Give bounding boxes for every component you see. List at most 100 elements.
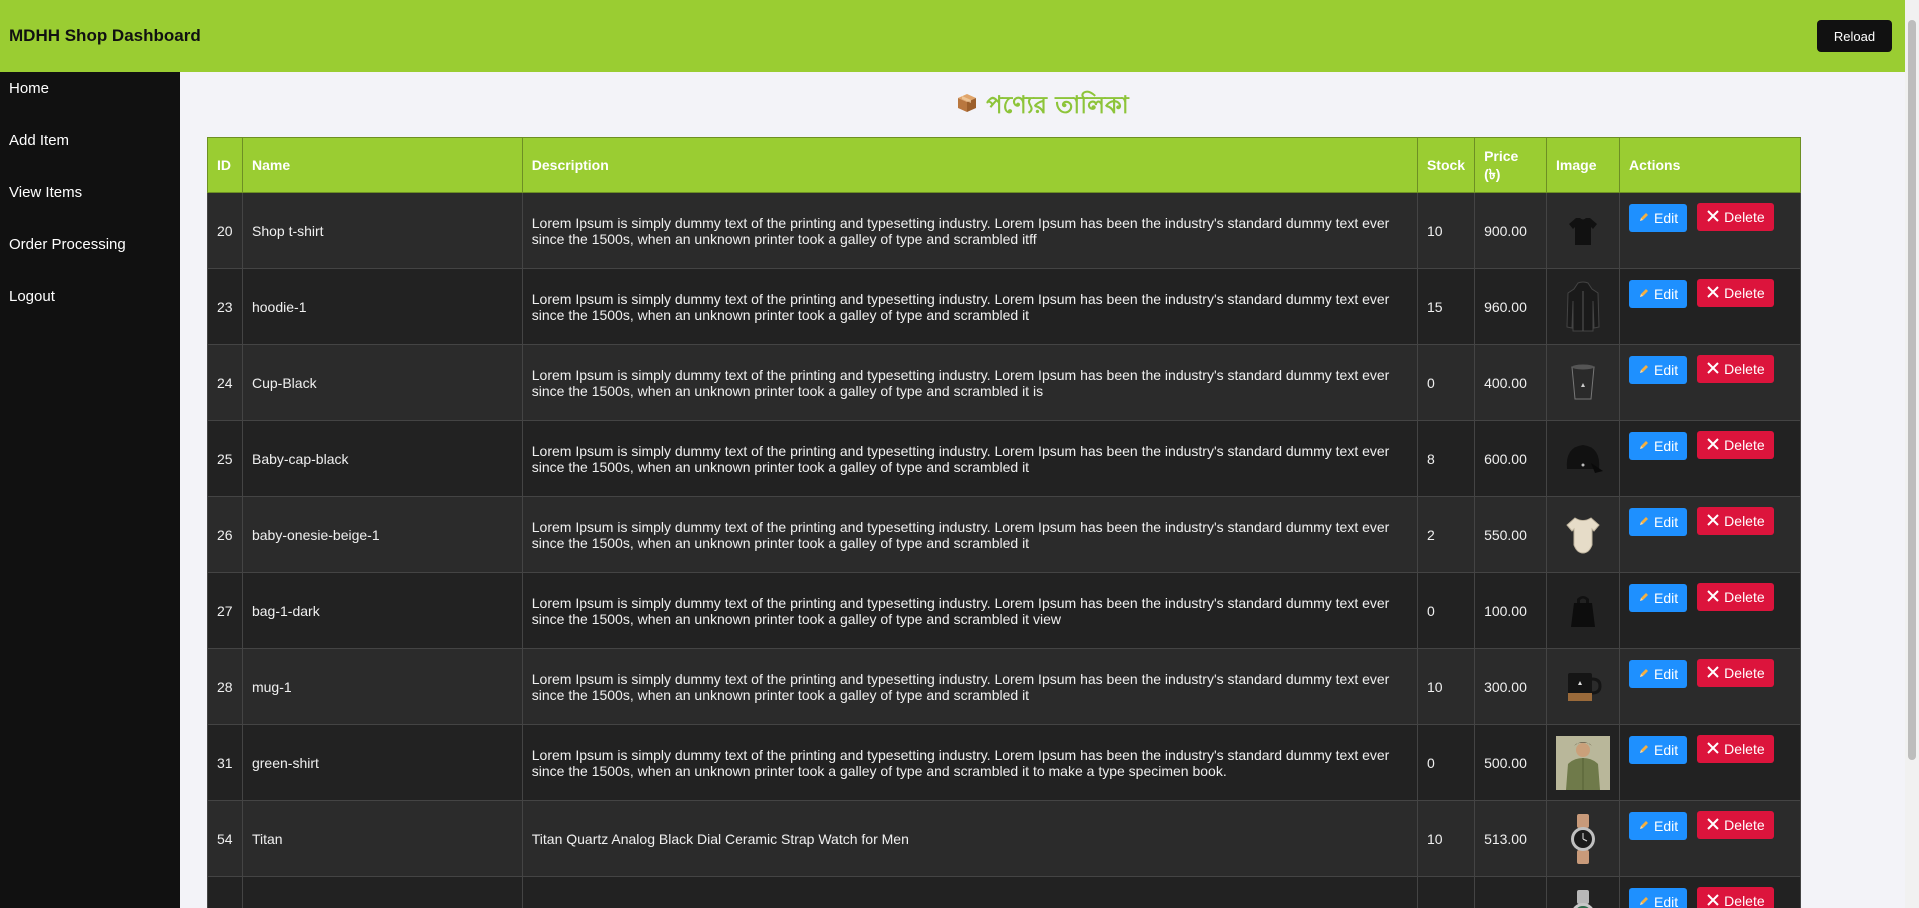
edit-label: Edit <box>1654 361 1679 378</box>
cell-price: 600.00 <box>1474 420 1548 497</box>
edit-label: Edit <box>1654 893 1679 908</box>
delete-button[interactable]: Delete <box>1697 887 1774 908</box>
delete-label: Delete <box>1724 741 1765 757</box>
edit-label: Edit <box>1654 817 1679 834</box>
cell-actions: Edit Delete <box>1619 724 1801 801</box>
cell-id: 20 <box>207 192 243 269</box>
cell-name: green-shirt <box>241 724 523 801</box>
delete-button[interactable]: Delete <box>1697 735 1774 763</box>
x-icon <box>1706 285 1720 302</box>
cell-name: Purple Ceramics Green Dial Steel & <box>241 876 523 908</box>
cell-price: 513.00 <box>1474 800 1548 877</box>
delete-button[interactable]: Delete <box>1697 811 1774 839</box>
cell-price <box>1474 876 1548 908</box>
edit-label: Edit <box>1654 285 1679 302</box>
sidebar-item-add-item[interactable]: Add Item <box>0 124 180 176</box>
cell-actions: Edit Delete <box>1619 192 1801 269</box>
cell-actions: Edit Delete <box>1619 420 1801 497</box>
x-icon <box>1706 513 1720 530</box>
cell-name: mug-1 <box>241 648 523 725</box>
cell-price: 900.00 <box>1474 192 1548 269</box>
edit-button[interactable]: Edit <box>1629 355 1688 384</box>
sidebar-item-order-processing[interactable]: Order Processing <box>0 228 180 280</box>
edit-button[interactable]: Edit <box>1629 507 1688 536</box>
cell-description: Lorem Ipsum is simply dummy text of the … <box>521 648 1418 725</box>
cell-id: 27 <box>207 572 243 649</box>
cell-description <box>521 876 1418 908</box>
sidebar-item-home[interactable]: Home <box>0 72 180 124</box>
edit-label: Edit <box>1654 209 1679 226</box>
delete-label: Delete <box>1724 209 1765 225</box>
cell-name: Titan <box>241 800 523 877</box>
edit-button[interactable]: Edit <box>1629 659 1688 688</box>
delete-label: Delete <box>1724 513 1765 529</box>
delete-label: Delete <box>1724 437 1765 453</box>
scrollbar-thumb[interactable] <box>1908 20 1916 760</box>
delete-button[interactable]: Delete <box>1697 507 1774 535</box>
edit-button[interactable]: Edit <box>1629 583 1688 612</box>
x-icon <box>1706 589 1720 606</box>
sidebar-item-view-items[interactable]: View Items <box>0 176 180 228</box>
page-title-text: পণ্যের তালিকা <box>986 91 1129 119</box>
cell-actions: Edit Delete <box>1619 572 1801 649</box>
cell-image <box>1546 420 1621 497</box>
edit-button[interactable]: Edit <box>1629 811 1688 840</box>
cell-name: Shop t-shirt <box>241 192 523 269</box>
edit-button[interactable]: Edit <box>1629 203 1688 232</box>
edit-button[interactable]: Edit <box>1629 279 1688 308</box>
delete-button[interactable]: Delete <box>1697 203 1774 231</box>
x-icon <box>1706 209 1720 226</box>
top-bar: MDHH Shop Dashboard Reload <box>0 0 1905 72</box>
product-image <box>1556 660 1610 714</box>
cell-image <box>1546 648 1621 725</box>
reload-button[interactable]: Reload <box>1817 20 1892 52</box>
cell-name: hoodie-1 <box>241 268 523 345</box>
col-header-price: Price (৳) <box>1474 137 1548 193</box>
page-title: পণ্যের তালিকা <box>180 72 1905 138</box>
cell-description: Lorem Ipsum is simply dummy text of the … <box>521 724 1418 801</box>
cell-image <box>1546 496 1621 573</box>
delete-button[interactable]: Delete <box>1697 659 1774 687</box>
pencil-icon <box>1638 590 1650 606</box>
product-image <box>1556 812 1610 866</box>
cell-image <box>1546 572 1621 649</box>
package-icon <box>956 73 978 139</box>
cell-actions: Edit Delete <box>1619 344 1801 421</box>
cell-actions: Edit Delete <box>1619 876 1801 908</box>
cell-image <box>1546 876 1621 908</box>
x-icon <box>1706 437 1720 454</box>
x-icon <box>1706 817 1720 834</box>
delete-button[interactable]: Delete <box>1697 279 1774 307</box>
product-image <box>1556 735 1611 790</box>
edit-label: Edit <box>1654 437 1679 454</box>
delete-button[interactable]: Delete <box>1697 431 1774 459</box>
delete-button[interactable]: Delete <box>1697 583 1774 611</box>
cell-stock: 0 <box>1416 344 1476 421</box>
cell-name: bag-1-dark <box>241 572 523 649</box>
x-icon <box>1706 893 1720 908</box>
cell-actions: Edit Delete <box>1619 800 1801 877</box>
pencil-icon <box>1638 666 1650 682</box>
delete-button[interactable]: Delete <box>1697 355 1774 383</box>
sidebar-item-logout[interactable]: Logout <box>0 280 180 332</box>
cell-actions: Edit Delete <box>1619 496 1801 573</box>
pencil-icon <box>1638 742 1650 758</box>
edit-button[interactable]: Edit <box>1629 887 1688 908</box>
edit-button[interactable]: Edit <box>1629 431 1688 460</box>
edit-label: Edit <box>1654 665 1679 682</box>
cell-stock: 8 <box>1416 420 1476 497</box>
main-content: পণ্যের তালিকা ID Name Description Stock … <box>180 72 1905 908</box>
cell-description: Lorem Ipsum is simply dummy text of the … <box>521 192 1418 269</box>
table-row: 23 hoodie-1 Lorem Ipsum is simply dummy … <box>207 268 1801 345</box>
vertical-scrollbar[interactable] <box>1905 0 1919 908</box>
col-header-id: ID <box>207 137 243 193</box>
col-header-description: Description <box>521 137 1418 193</box>
delete-label: Delete <box>1724 589 1765 605</box>
cell-stock: 10 <box>1416 648 1476 725</box>
products-table: ID Name Description Stock Price (৳) Imag… <box>207 137 1801 908</box>
pencil-icon <box>1638 514 1650 530</box>
table-row: 25 Baby-cap-black Lorem Ipsum is simply … <box>207 420 1801 497</box>
edit-button[interactable]: Edit <box>1629 735 1688 764</box>
brand-title: MDHH Shop Dashboard <box>9 26 201 45</box>
cell-name: baby-onesie-beige-1 <box>241 496 523 573</box>
